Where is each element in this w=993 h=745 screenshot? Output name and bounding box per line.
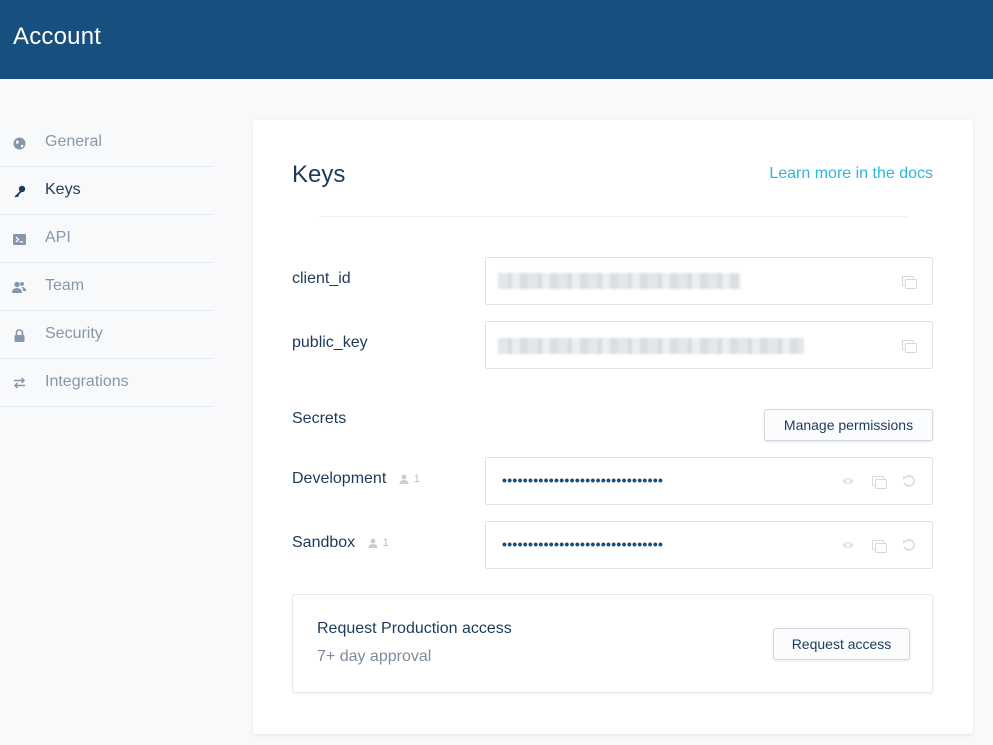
team-icon bbox=[12, 280, 26, 294]
sidebar-item-label: Keys bbox=[45, 181, 81, 198]
production-access-panel: Request Production access 7+ day approva… bbox=[292, 594, 933, 693]
manage-permissions-button[interactable]: Manage permissions bbox=[764, 409, 933, 441]
client-id-field[interactable] bbox=[485, 257, 933, 305]
user-count-value: 1 bbox=[413, 472, 420, 485]
sidebar-item-integrations[interactable]: Integrations bbox=[0, 359, 214, 407]
sidebar-item-team[interactable]: Team bbox=[0, 263, 214, 311]
eye-icon[interactable] bbox=[841, 538, 855, 552]
redacted-value bbox=[498, 338, 804, 354]
secret-label: Sandbox bbox=[292, 534, 356, 551]
copy-icon[interactable] bbox=[902, 276, 917, 289]
sidebar-item-keys[interactable]: Keys bbox=[0, 167, 214, 215]
user-count: 1 bbox=[368, 537, 389, 549]
rotate-icon[interactable] bbox=[902, 538, 916, 552]
copy-icon[interactable] bbox=[902, 340, 917, 353]
terminal-icon bbox=[12, 232, 26, 246]
public-key-field[interactable] bbox=[485, 321, 933, 369]
globe-icon bbox=[12, 136, 26, 150]
sidebar: General Keys API Team Security Integrati… bbox=[0, 119, 214, 407]
rotate-icon[interactable] bbox=[902, 474, 916, 488]
sidebar-item-label: General bbox=[45, 133, 102, 150]
docs-link[interactable]: Learn more in the docs bbox=[769, 165, 933, 183]
sidebar-item-api[interactable]: API bbox=[0, 215, 214, 263]
sandbox-label: Sandbox 1 bbox=[292, 534, 389, 552]
public-key-label: public_key bbox=[292, 334, 368, 351]
app-header: Account bbox=[0, 0, 993, 79]
sandbox-secret-field[interactable]: ••••••••••••••••••••••••••••••• bbox=[485, 521, 933, 569]
production-subtitle: 7+ day approval bbox=[317, 648, 432, 665]
user-count-value: 1 bbox=[382, 536, 389, 549]
sidebar-item-label: Team bbox=[45, 277, 85, 294]
development-label: Development 1 bbox=[292, 470, 420, 488]
redacted-value bbox=[498, 273, 740, 289]
swap-arrows-icon bbox=[12, 376, 26, 390]
copy-icon[interactable] bbox=[872, 540, 887, 553]
user-icon bbox=[399, 474, 409, 484]
request-access-button[interactable]: Request access bbox=[773, 628, 910, 660]
sidebar-item-general[interactable]: General bbox=[0, 119, 214, 167]
eye-icon[interactable] bbox=[841, 474, 855, 488]
sidebar-item-security[interactable]: Security bbox=[0, 311, 214, 359]
key-icon bbox=[12, 184, 26, 198]
client-id-label: client_id bbox=[292, 270, 351, 287]
secret-label: Development bbox=[292, 470, 387, 487]
masked-secret: ••••••••••••••••••••••••••••••• bbox=[502, 536, 664, 552]
lock-icon bbox=[12, 328, 26, 342]
divider bbox=[319, 216, 907, 217]
production-title: Request Production access bbox=[317, 620, 512, 637]
keys-card: Keys Learn more in the docs client_id pu… bbox=[253, 120, 973, 734]
masked-secret: ••••••••••••••••••••••••••••••• bbox=[502, 472, 664, 488]
user-icon bbox=[368, 538, 378, 548]
sidebar-item-label: Integrations bbox=[45, 373, 129, 390]
user-count: 1 bbox=[399, 473, 420, 485]
page-title: Account bbox=[13, 23, 102, 50]
copy-icon[interactable] bbox=[872, 476, 887, 489]
development-secret-field[interactable]: ••••••••••••••••••••••••••••••• bbox=[485, 457, 933, 505]
sidebar-item-label: API bbox=[45, 229, 71, 246]
keys-title: Keys bbox=[292, 161, 346, 188]
sidebar-item-label: Security bbox=[45, 325, 103, 342]
secrets-heading: Secrets bbox=[292, 410, 347, 427]
